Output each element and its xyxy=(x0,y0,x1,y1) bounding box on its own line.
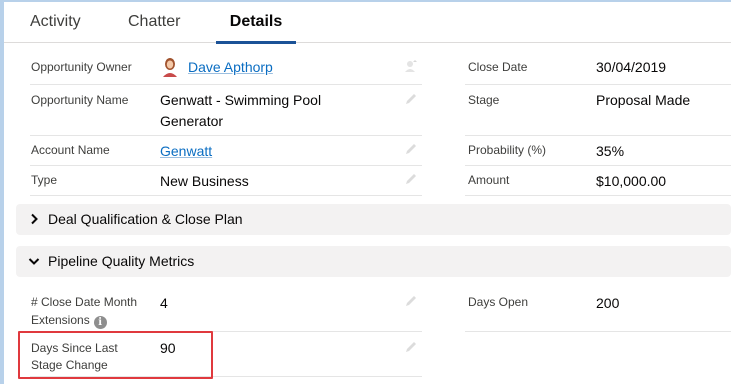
info-icon[interactable]: i xyxy=(93,316,107,329)
owner-avatar-icon xyxy=(162,57,178,77)
divider xyxy=(465,135,731,136)
days-open-value: 200 xyxy=(596,295,620,311)
type-label: Type xyxy=(31,173,58,187)
divider xyxy=(465,195,731,196)
edit-pencil-icon[interactable] xyxy=(404,142,418,156)
close-date-extensions-label-line2: Extensions i xyxy=(31,310,107,330)
tab-activity[interactable]: Activity xyxy=(30,2,81,43)
divider xyxy=(30,84,422,85)
amount-label: Amount xyxy=(468,173,510,187)
chevron-down-icon xyxy=(28,255,40,267)
divider xyxy=(465,165,731,166)
close-date-extensions-label-text: Extensions xyxy=(31,313,90,327)
highlight-box xyxy=(18,331,213,379)
change-owner-icon[interactable] xyxy=(404,59,418,73)
days-open-label: Days Open xyxy=(468,295,529,309)
opportunity-name-value-line1: Genwatt - Swimming Pool xyxy=(160,92,322,108)
section-pipeline-quality-metrics[interactable]: Pipeline Quality Metrics xyxy=(16,246,731,277)
account-name-link[interactable]: Genwatt xyxy=(160,141,212,162)
edit-pencil-icon[interactable] xyxy=(404,172,418,186)
section-title: Pipeline Quality Metrics xyxy=(48,253,195,269)
edit-pencil-icon[interactable] xyxy=(404,340,418,354)
edit-pencil-icon[interactable] xyxy=(404,294,418,308)
opportunity-name-label: Opportunity Name xyxy=(31,93,129,107)
close-date-value: 30/04/2019 xyxy=(596,59,667,75)
divider xyxy=(465,84,731,85)
opportunity-name-value-line2: Generator xyxy=(160,113,224,129)
stage-value: Proposal Made xyxy=(596,92,691,108)
close-date-extensions-label-line1: # Close Date Month xyxy=(31,295,138,309)
tab-details[interactable]: Details xyxy=(216,2,296,44)
chevron-right-icon xyxy=(28,213,40,225)
close-date-extensions-value: 4 xyxy=(160,295,168,311)
divider xyxy=(30,165,422,166)
tab-bar: Activity Chatter Details xyxy=(4,2,731,44)
edit-pencil-icon[interactable] xyxy=(404,92,418,106)
divider xyxy=(30,195,422,196)
amount-value: $10,000.00 xyxy=(596,173,667,189)
opportunity-owner-link[interactable]: Dave Apthorp xyxy=(188,57,273,78)
probability-label: Probability (%) xyxy=(468,143,547,157)
stage-label: Stage xyxy=(468,93,500,107)
tab-chatter[interactable]: Chatter xyxy=(128,2,180,43)
divider xyxy=(30,135,422,136)
type-value: New Business xyxy=(160,173,249,189)
opportunity-owner-label: Opportunity Owner xyxy=(31,60,132,74)
close-date-label: Close Date xyxy=(468,60,528,74)
divider xyxy=(465,331,731,332)
account-name-label: Account Name xyxy=(31,143,110,157)
section-deal-qualification[interactable]: Deal Qualification & Close Plan xyxy=(16,204,731,235)
section-title: Deal Qualification & Close Plan xyxy=(48,211,243,227)
probability-value: 35% xyxy=(596,143,625,159)
